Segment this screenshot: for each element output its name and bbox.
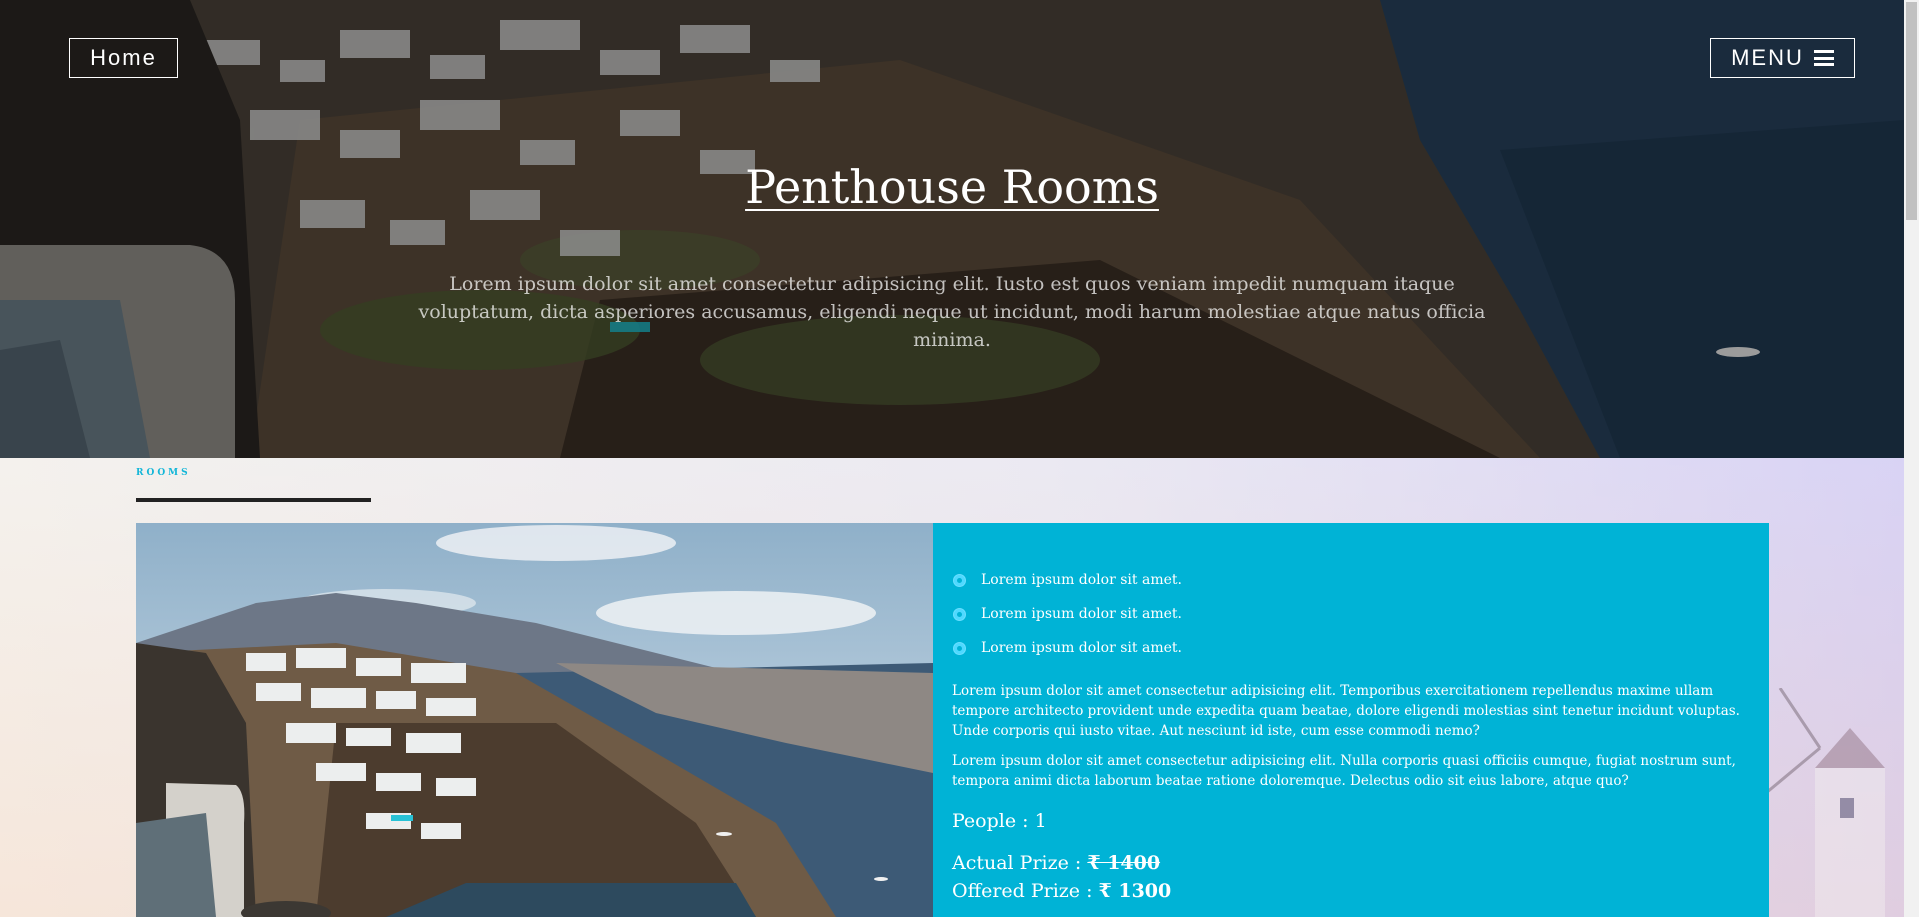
room-photo	[136, 523, 933, 917]
bullet-icon	[953, 607, 966, 621]
windmill-background-image	[1760, 688, 1885, 917]
feature-list: Lorem ipsum dolor sit amet. Lorem ipsum …	[953, 563, 1182, 665]
page-scrollbar[interactable]	[1904, 0, 1919, 917]
room-description-2: Lorem ipsum dolor sit amet consectetur a…	[952, 753, 1736, 789]
hamburger-icon	[1813, 50, 1834, 66]
bullet-icon	[953, 641, 966, 655]
list-item: Lorem ipsum dolor sit amet.	[953, 631, 1182, 665]
list-item: Lorem ipsum dolor sit amet.	[953, 563, 1182, 597]
actual-price: Actual Prize : ₹ 1400	[952, 852, 1160, 874]
menu-button-label: MENU	[1731, 45, 1804, 70]
offered-price-label: Offered Prize :	[952, 880, 1099, 902]
people-label: People :	[952, 810, 1035, 832]
actual-price-label: Actual Prize :	[952, 852, 1088, 874]
home-button[interactable]: Home	[69, 38, 178, 78]
people-count: People : 1	[952, 810, 1047, 832]
bullet-icon	[953, 573, 966, 587]
feature-text: Lorem ipsum dolor sit amet.	[981, 640, 1182, 656]
feature-text: Lorem ipsum dolor sit amet.	[981, 572, 1182, 588]
room-details-panel: Lorem ipsum dolor sit amet. Lorem ipsum …	[933, 523, 1769, 917]
page-title-text: Penthouse Rooms	[745, 160, 1159, 214]
home-button-label: Home	[90, 45, 157, 70]
hero-subtitle: Lorem ipsum dolor sit amet consectetur a…	[418, 273, 1486, 351]
menu-button[interactable]: MENU	[1710, 38, 1855, 78]
rooms-section: ROOMS Lorem ipsum dolor sit amet. Lorem …	[0, 458, 1904, 917]
offered-price: Offered Prize : ₹ 1300	[952, 880, 1171, 902]
page-title: Penthouse Rooms	[0, 160, 1904, 214]
section-divider	[136, 498, 371, 502]
actual-price-value: ₹ 1400	[1087, 852, 1161, 874]
offered-price-value: ₹ 1300	[1098, 880, 1172, 902]
feature-text: Lorem ipsum dolor sit amet.	[981, 606, 1182, 622]
people-value: 1	[1034, 810, 1047, 832]
list-item: Lorem ipsum dolor sit amet.	[953, 597, 1182, 631]
scrollbar-thumb[interactable]	[1906, 2, 1917, 220]
section-label: ROOMS	[136, 468, 191, 478]
room-description-1: Lorem ipsum dolor sit amet consectetur a…	[952, 683, 1740, 739]
hero-banner: Home MENU Penthouse Rooms Lorem ipsum do…	[0, 0, 1904, 458]
